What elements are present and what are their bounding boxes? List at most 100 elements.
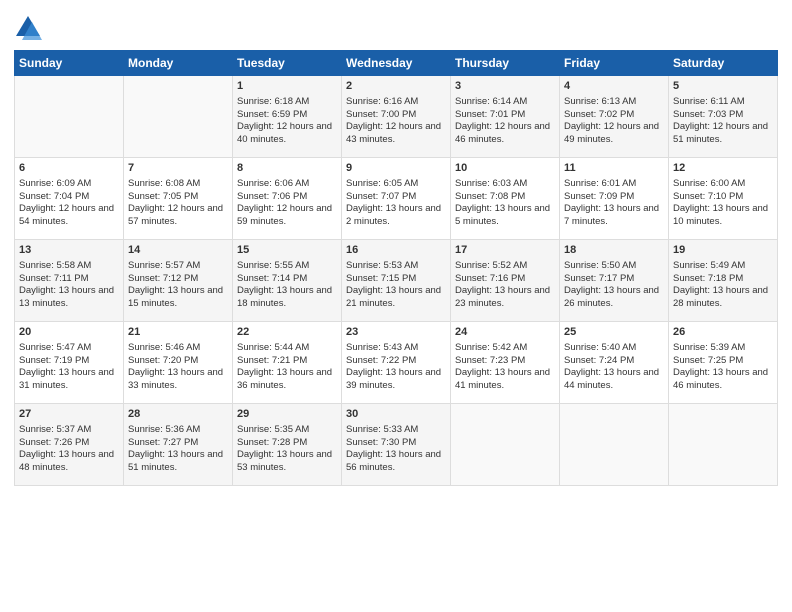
day-info-line: Sunset: 7:28 PM xyxy=(237,437,337,450)
day-info-line: Daylight: 13 hours and 31 minutes. xyxy=(19,367,119,393)
calendar-cell xyxy=(669,404,778,486)
header xyxy=(14,10,778,42)
weekday-header: Monday xyxy=(124,51,233,76)
day-info-line: Sunrise: 5:36 AM xyxy=(128,424,228,437)
weekday-header: Thursday xyxy=(451,51,560,76)
day-info-line: Sunset: 7:15 PM xyxy=(346,273,446,286)
day-number: 8 xyxy=(237,161,337,176)
day-info-line: Sunset: 7:07 PM xyxy=(346,191,446,204)
calendar-table: SundayMondayTuesdayWednesdayThursdayFrid… xyxy=(14,50,778,486)
day-info-line: Daylight: 12 hours and 46 minutes. xyxy=(455,121,555,147)
day-number: 16 xyxy=(346,243,446,258)
calendar-cell: 29Sunrise: 5:35 AMSunset: 7:28 PMDayligh… xyxy=(233,404,342,486)
day-info-line: Sunset: 7:12 PM xyxy=(128,273,228,286)
day-number: 26 xyxy=(673,325,773,340)
day-number: 15 xyxy=(237,243,337,258)
calendar-cell: 26Sunrise: 5:39 AMSunset: 7:25 PMDayligh… xyxy=(669,322,778,404)
day-number: 10 xyxy=(455,161,555,176)
day-info-line: Sunrise: 5:49 AM xyxy=(673,260,773,273)
calendar-week-row: 1Sunrise: 6:18 AMSunset: 6:59 PMDaylight… xyxy=(15,76,778,158)
day-info-line: Sunset: 7:27 PM xyxy=(128,437,228,450)
day-number: 30 xyxy=(346,407,446,422)
day-info-line: Sunset: 7:08 PM xyxy=(455,191,555,204)
day-info-line: Sunrise: 6:06 AM xyxy=(237,178,337,191)
day-info-line: Sunset: 7:00 PM xyxy=(346,109,446,122)
calendar-cell xyxy=(15,76,124,158)
calendar-cell: 3Sunrise: 6:14 AMSunset: 7:01 PMDaylight… xyxy=(451,76,560,158)
calendar-week-row: 6Sunrise: 6:09 AMSunset: 7:04 PMDaylight… xyxy=(15,158,778,240)
day-info-line: Sunset: 7:30 PM xyxy=(346,437,446,450)
day-number: 27 xyxy=(19,407,119,422)
calendar-week-row: 20Sunrise: 5:47 AMSunset: 7:19 PMDayligh… xyxy=(15,322,778,404)
day-number: 3 xyxy=(455,79,555,94)
calendar-cell: 25Sunrise: 5:40 AMSunset: 7:24 PMDayligh… xyxy=(560,322,669,404)
calendar-body: 1Sunrise: 6:18 AMSunset: 6:59 PMDaylight… xyxy=(15,76,778,486)
weekday-header: Sunday xyxy=(15,51,124,76)
day-number: 1 xyxy=(237,79,337,94)
day-info-line: Sunrise: 5:43 AM xyxy=(346,342,446,355)
day-info-line: Daylight: 13 hours and 10 minutes. xyxy=(673,203,773,229)
day-info-line: Sunrise: 6:00 AM xyxy=(673,178,773,191)
day-info-line: Sunrise: 5:52 AM xyxy=(455,260,555,273)
weekday-header: Saturday xyxy=(669,51,778,76)
day-number: 19 xyxy=(673,243,773,258)
calendar-cell: 15Sunrise: 5:55 AMSunset: 7:14 PMDayligh… xyxy=(233,240,342,322)
day-info-line: Daylight: 13 hours and 13 minutes. xyxy=(19,285,119,311)
day-info-line: Sunrise: 5:39 AM xyxy=(673,342,773,355)
day-info-line: Sunrise: 6:14 AM xyxy=(455,96,555,109)
day-info-line: Sunset: 7:21 PM xyxy=(237,355,337,368)
calendar-cell: 2Sunrise: 6:16 AMSunset: 7:00 PMDaylight… xyxy=(342,76,451,158)
day-info-line: Daylight: 12 hours and 40 minutes. xyxy=(237,121,337,147)
calendar-cell xyxy=(124,76,233,158)
calendar-cell: 9Sunrise: 6:05 AMSunset: 7:07 PMDaylight… xyxy=(342,158,451,240)
day-info-line: Daylight: 12 hours and 43 minutes. xyxy=(346,121,446,147)
calendar-cell: 4Sunrise: 6:13 AMSunset: 7:02 PMDaylight… xyxy=(560,76,669,158)
day-info-line: Daylight: 13 hours and 7 minutes. xyxy=(564,203,664,229)
day-number: 11 xyxy=(564,161,664,176)
calendar-week-row: 13Sunrise: 5:58 AMSunset: 7:11 PMDayligh… xyxy=(15,240,778,322)
day-info-line: Daylight: 13 hours and 53 minutes. xyxy=(237,449,337,475)
day-info-line: Sunset: 7:23 PM xyxy=(455,355,555,368)
day-info-line: Sunset: 7:16 PM xyxy=(455,273,555,286)
day-info-line: Sunset: 7:25 PM xyxy=(673,355,773,368)
calendar-cell: 11Sunrise: 6:01 AMSunset: 7:09 PMDayligh… xyxy=(560,158,669,240)
day-info-line: Daylight: 13 hours and 26 minutes. xyxy=(564,285,664,311)
calendar-cell: 7Sunrise: 6:08 AMSunset: 7:05 PMDaylight… xyxy=(124,158,233,240)
day-info-line: Daylight: 13 hours and 28 minutes. xyxy=(673,285,773,311)
calendar-cell: 10Sunrise: 6:03 AMSunset: 7:08 PMDayligh… xyxy=(451,158,560,240)
calendar-cell: 30 Sunrise: 5:33 AMSunset: 7:30 PMDayligh… xyxy=(342,404,451,486)
day-number: 22 xyxy=(237,325,337,340)
day-info-line: Sunrise: 6:11 AM xyxy=(673,96,773,109)
day-info-line: Sunrise: 5:44 AM xyxy=(237,342,337,355)
day-info-line: Sunset: 7:06 PM xyxy=(237,191,337,204)
day-info-line: Daylight: 13 hours and 2 minutes. xyxy=(346,203,446,229)
day-info-line: Sunrise: 5:42 AM xyxy=(455,342,555,355)
day-number: 13 xyxy=(19,243,119,258)
day-info-line: Daylight: 13 hours and 56 minutes. xyxy=(346,449,446,475)
day-info-line: Sunrise: 6:13 AM xyxy=(564,96,664,109)
calendar-cell: 20Sunrise: 5:47 AMSunset: 7:19 PMDayligh… xyxy=(15,322,124,404)
day-info-line: Sunrise: 6:16 AM xyxy=(346,96,446,109)
day-number: 21 xyxy=(128,325,228,340)
day-info-line: Daylight: 12 hours and 57 minutes. xyxy=(128,203,228,229)
day-info-line: Sunset: 7:09 PM xyxy=(564,191,664,204)
day-number: 17 xyxy=(455,243,555,258)
day-info-line: Sunrise: 5:40 AM xyxy=(564,342,664,355)
day-number: 23 xyxy=(346,325,446,340)
day-info-line: Sunrise: 5:47 AM xyxy=(19,342,119,355)
calendar-cell: 18Sunrise: 5:50 AMSunset: 7:17 PMDayligh… xyxy=(560,240,669,322)
day-info-line: Sunset: 7:17 PM xyxy=(564,273,664,286)
calendar-cell: 1Sunrise: 6:18 AMSunset: 6:59 PMDaylight… xyxy=(233,76,342,158)
day-info-line: Sunset: 7:20 PM xyxy=(128,355,228,368)
day-info-line: Daylight: 13 hours and 33 minutes. xyxy=(128,367,228,393)
calendar-header: SundayMondayTuesdayWednesdayThursdayFrid… xyxy=(15,51,778,76)
day-info-line: Sunrise: 5:33 AM xyxy=(346,424,446,437)
logo-icon xyxy=(14,14,42,42)
day-info-line: Sunrise: 6:08 AM xyxy=(128,178,228,191)
day-number: 4 xyxy=(564,79,664,94)
day-info-line: Daylight: 13 hours and 48 minutes. xyxy=(19,449,119,475)
day-info-line: Sunrise: 5:46 AM xyxy=(128,342,228,355)
calendar-cell: 21 Sunrise: 5:46 AMSunset: 7:20 PMDayligh… xyxy=(124,322,233,404)
day-info-line: Daylight: 13 hours and 44 minutes. xyxy=(564,367,664,393)
calendar-cell: 6Sunrise: 6:09 AMSunset: 7:04 PMDaylight… xyxy=(15,158,124,240)
